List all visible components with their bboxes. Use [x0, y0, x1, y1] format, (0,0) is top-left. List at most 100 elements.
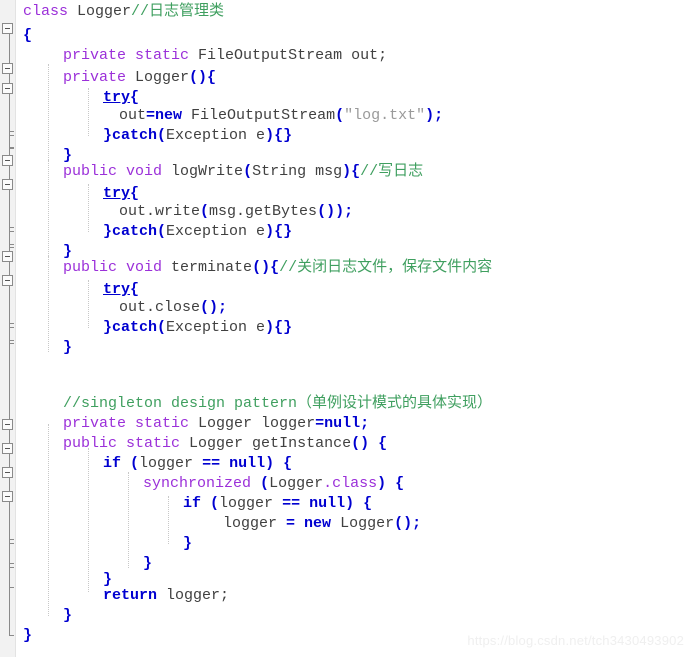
fold-region-spine [9, 280, 14, 328]
fold-region-tick [9, 148, 14, 149]
code-token: } [183, 535, 193, 552]
code-token: new [155, 107, 183, 124]
code-editor[interactable]: class Logger//日志管理类 { private static FileO… [0, 0, 692, 657]
fold-collapse-icon[interactable] [2, 443, 13, 454]
fold-region-spine [9, 88, 14, 136]
code-token: Exception e [166, 223, 266, 240]
fold-region-tick [9, 131, 14, 132]
code-token: () [351, 435, 370, 452]
fold-region-tick [9, 563, 14, 564]
code-token: logger [219, 495, 283, 512]
code-token: terminate [162, 259, 253, 276]
code-token: } [103, 223, 113, 240]
fold-collapse-icon[interactable] [2, 63, 13, 74]
indent-guide [88, 448, 90, 592]
fold-region-tick [9, 323, 14, 324]
code-surface[interactable]: class Logger//日志管理类 { private static FileO… [15, 0, 692, 657]
code-token: Logger [331, 515, 395, 532]
code-token: void [126, 259, 163, 276]
indent-guide [88, 88, 90, 136]
code-token: if [103, 455, 122, 472]
code-token: //关闭日志文件，保存文件内容 [279, 259, 493, 276]
code-token: } [103, 319, 113, 336]
code-token: String msg [252, 163, 343, 180]
fold-collapse-icon[interactable] [2, 251, 13, 262]
code-token: private [63, 69, 127, 86]
fold-region-tick [9, 587, 14, 588]
code-token: = [286, 515, 296, 532]
code-line[interactable]: } [183, 532, 192, 556]
fold-collapse-icon[interactable] [2, 155, 13, 166]
code-token: FileOutputStream [182, 107, 336, 124]
code-token: static [135, 47, 190, 64]
indent-guide [48, 64, 50, 160]
code-line[interactable]: }catch(Exception e){} [103, 220, 292, 244]
code-token: Logger [126, 69, 190, 86]
indent-guide [48, 256, 50, 352]
code-token: out [119, 107, 147, 124]
code-line[interactable]: }catch(Exception e){} [103, 316, 292, 340]
fold-collapse-icon[interactable] [2, 179, 13, 190]
code-token: ){} [265, 319, 293, 336]
code-line[interactable]: private static FileOutputStream out; [63, 44, 387, 68]
code-token: ) { [345, 495, 373, 512]
code-token: } [103, 127, 113, 144]
code-token: //写日志 [360, 163, 424, 180]
code-token: Exception e [166, 127, 266, 144]
code-token: FileOutputStream out; [189, 47, 388, 64]
fold-collapse-icon[interactable] [2, 467, 13, 478]
code-token: { [23, 27, 33, 44]
code-token: logWrite [162, 163, 244, 180]
code-token: Logger [269, 475, 324, 492]
code-line[interactable]: class Logger//日志管理类 [23, 0, 224, 24]
fold-region-tick [9, 539, 14, 540]
code-token: logger [139, 455, 203, 472]
code-token: == [282, 495, 301, 512]
fold-collapse-icon[interactable] [2, 23, 13, 34]
code-token: ( [130, 455, 140, 472]
code-token: ( [157, 319, 167, 336]
code-line[interactable]: return logger; [103, 584, 229, 608]
code-token: ; [360, 415, 370, 432]
code-line[interactable]: private Logger(){ [63, 66, 216, 90]
code-token: private [63, 415, 127, 432]
code-line[interactable]: public void logWrite(String msg){//写日志 [63, 160, 423, 184]
code-line[interactable]: } [63, 336, 72, 360]
fold-collapse-icon[interactable] [2, 419, 13, 430]
fold-collapse-icon[interactable] [2, 491, 13, 502]
fold-collapse-icon[interactable] [2, 275, 13, 286]
code-token: public [63, 435, 118, 452]
code-token: ( [210, 495, 220, 512]
fold-region-spine [9, 184, 14, 232]
fold-region-tick [9, 244, 14, 245]
code-line[interactable]: } [23, 624, 32, 648]
watermark-text: https://blog.csdn.net/tch3430493902 [467, 633, 684, 648]
editor-gutter[interactable] [0, 0, 16, 657]
code-token: //日志管理类 [131, 3, 225, 20]
code-token: public [63, 259, 118, 276]
code-line[interactable]: logger = new Logger(); [223, 512, 421, 536]
code-token: ( [157, 223, 167, 240]
code-token: private [63, 47, 127, 64]
code-line[interactable]: } [143, 552, 152, 576]
code-line[interactable]: } [63, 604, 72, 628]
code-token: } [23, 627, 33, 644]
code-token: synchronized [143, 475, 252, 492]
code-token: out.close [119, 299, 201, 316]
code-line[interactable]: public void terminate(){//关闭日志文件，保存文件内容 [63, 256, 492, 280]
code-token: new [304, 515, 332, 532]
code-token: (); [200, 299, 228, 316]
code-line[interactable]: }catch(Exception e){} [103, 124, 292, 148]
code-token: logger [223, 515, 287, 532]
code-line[interactable]: { [23, 24, 32, 48]
code-token: catch [112, 127, 158, 144]
fold-collapse-icon[interactable] [2, 83, 13, 94]
